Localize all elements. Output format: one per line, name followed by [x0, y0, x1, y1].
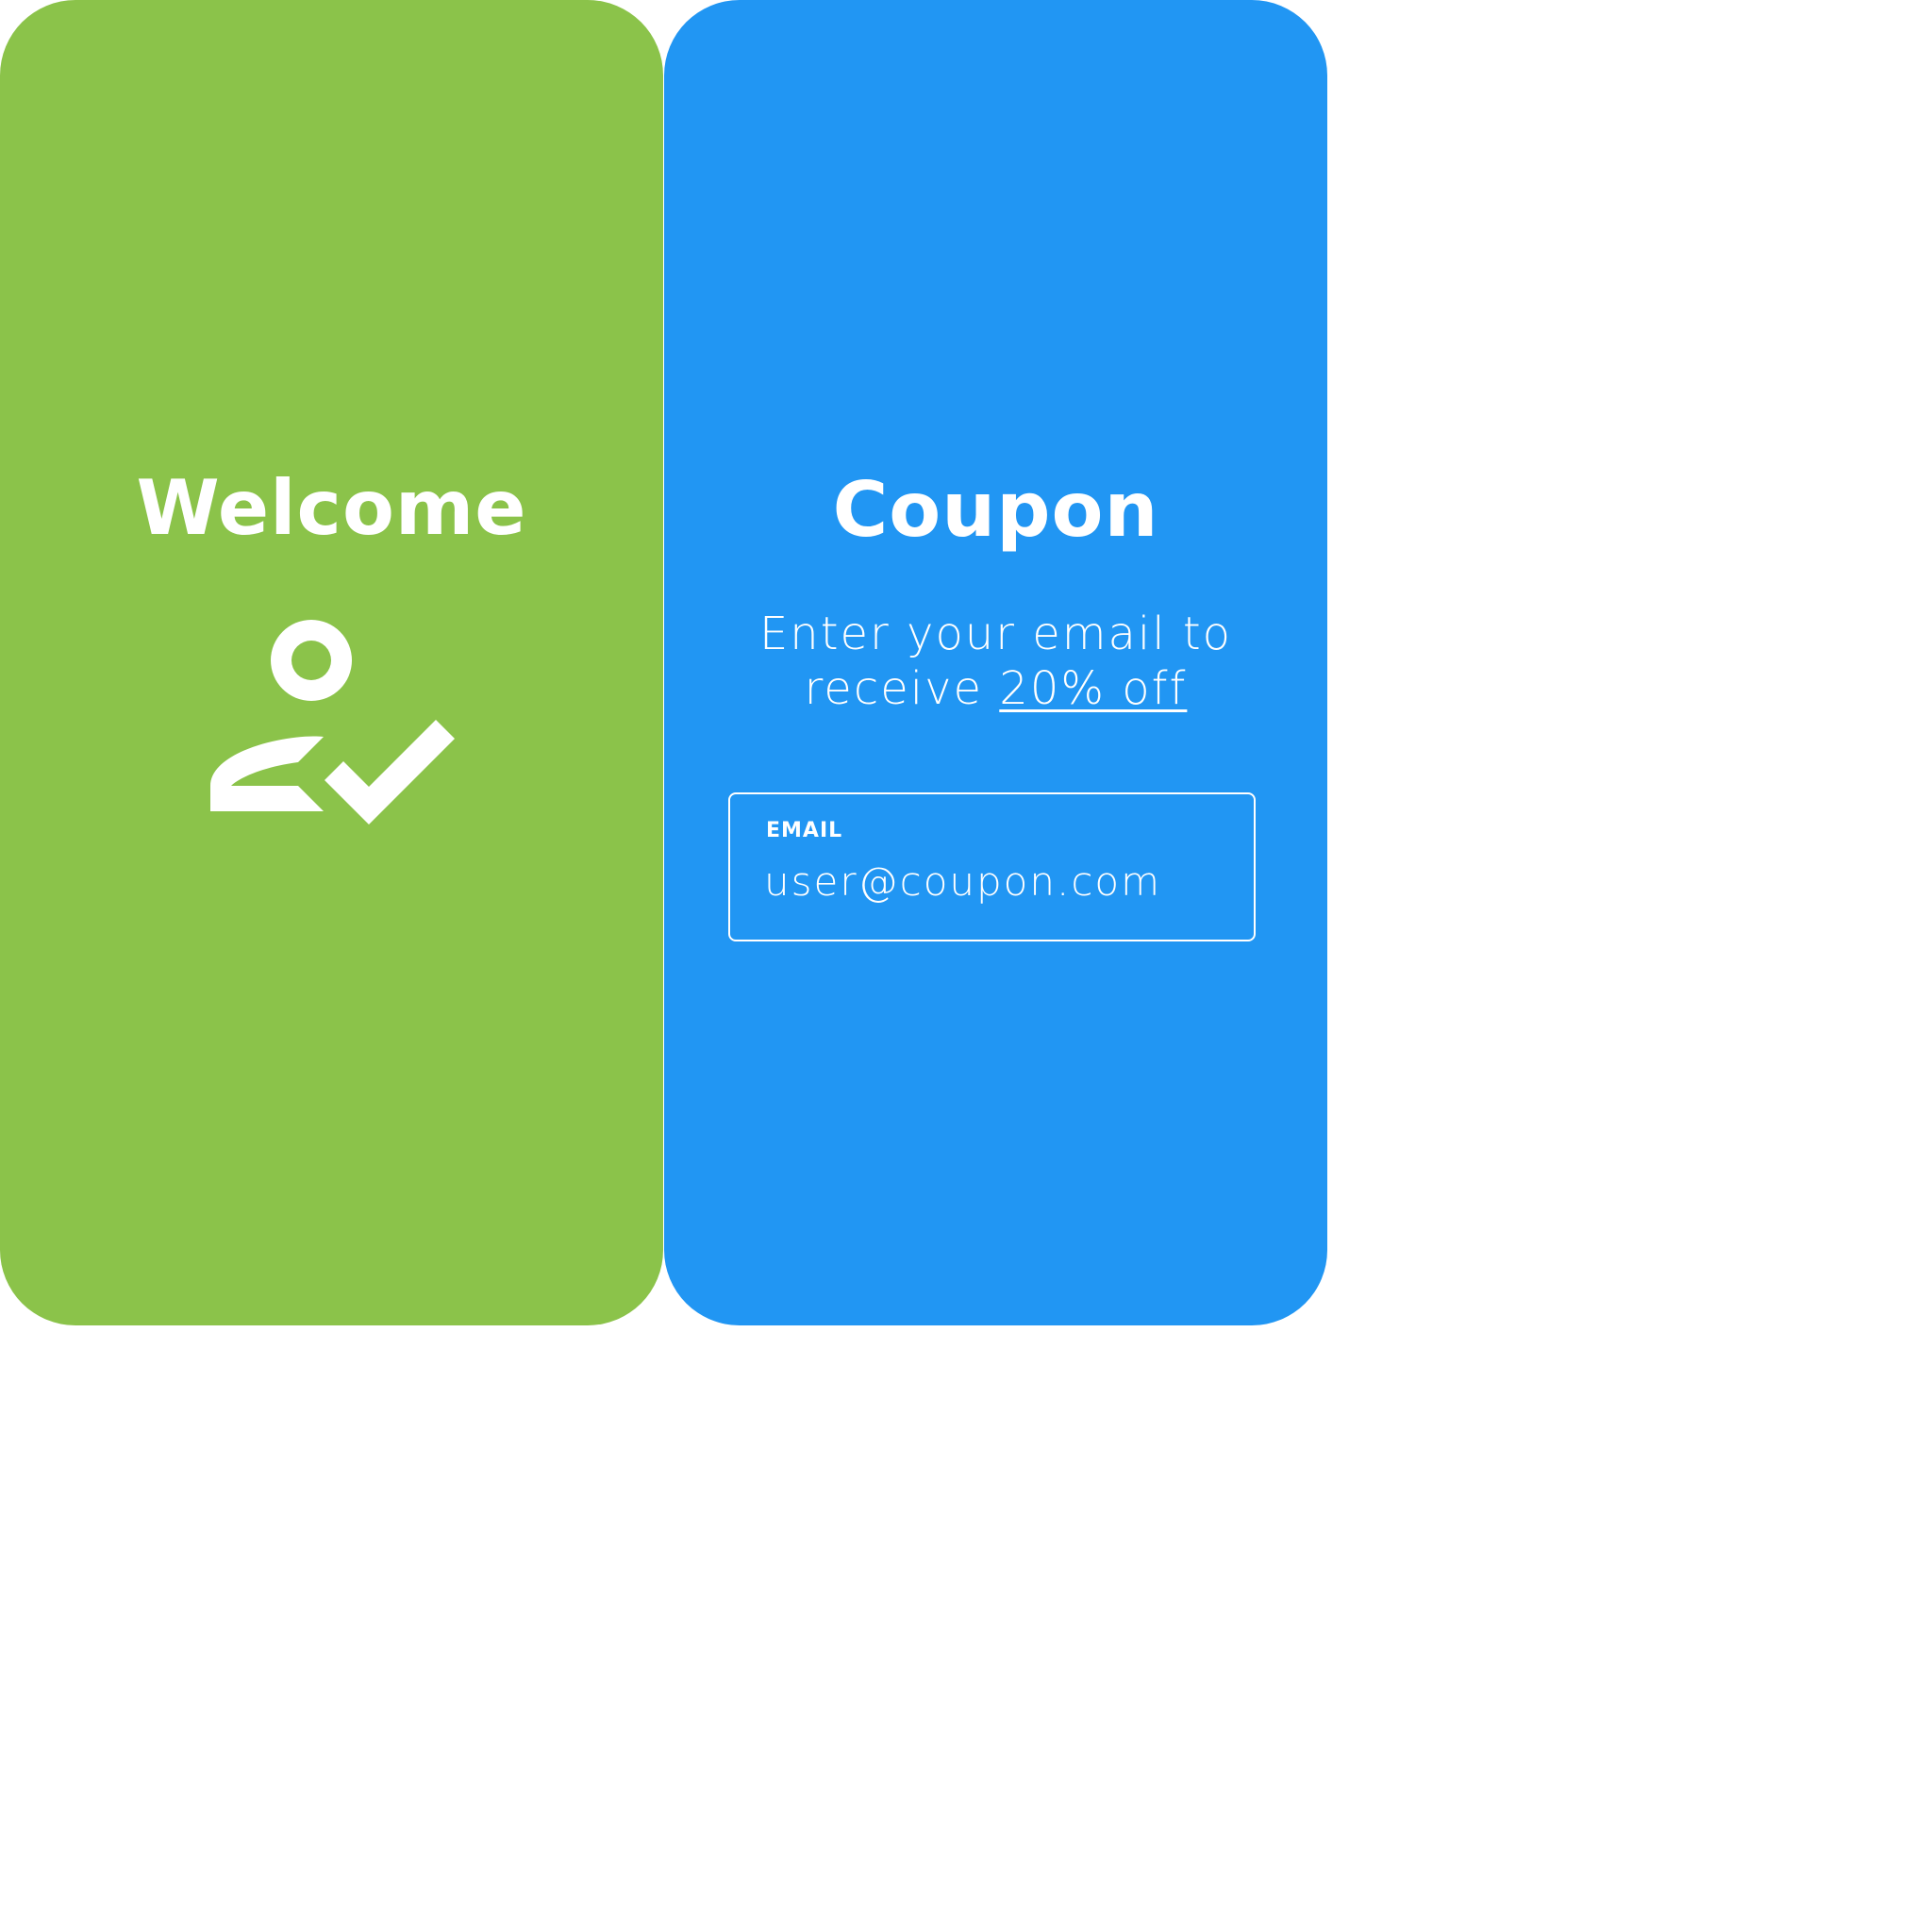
- coupon-title: Coupon: [832, 466, 1159, 554]
- email-input[interactable]: [764, 853, 1217, 909]
- coupon-subtitle-line1: Enter your email to: [758, 608, 1233, 660]
- coupon-subtitle: Enter your email to receive 20% off: [721, 607, 1271, 716]
- discount-highlight: 20% off: [999, 662, 1188, 715]
- email-label: EMAIL: [766, 819, 843, 842]
- welcome-title: Welcome: [136, 464, 527, 552]
- screen: Welcome Coupon Enter your email to recei…: [0, 0, 1932, 1932]
- coupon-card: Coupon Enter your email to receive 20% o…: [664, 0, 1327, 1325]
- coupon-subtitle-prefix: receive: [804, 662, 984, 715]
- welcome-card: Welcome: [0, 0, 663, 1325]
- user-check-icon: [210, 620, 455, 824]
- email-field[interactable]: EMAIL: [728, 792, 1256, 941]
